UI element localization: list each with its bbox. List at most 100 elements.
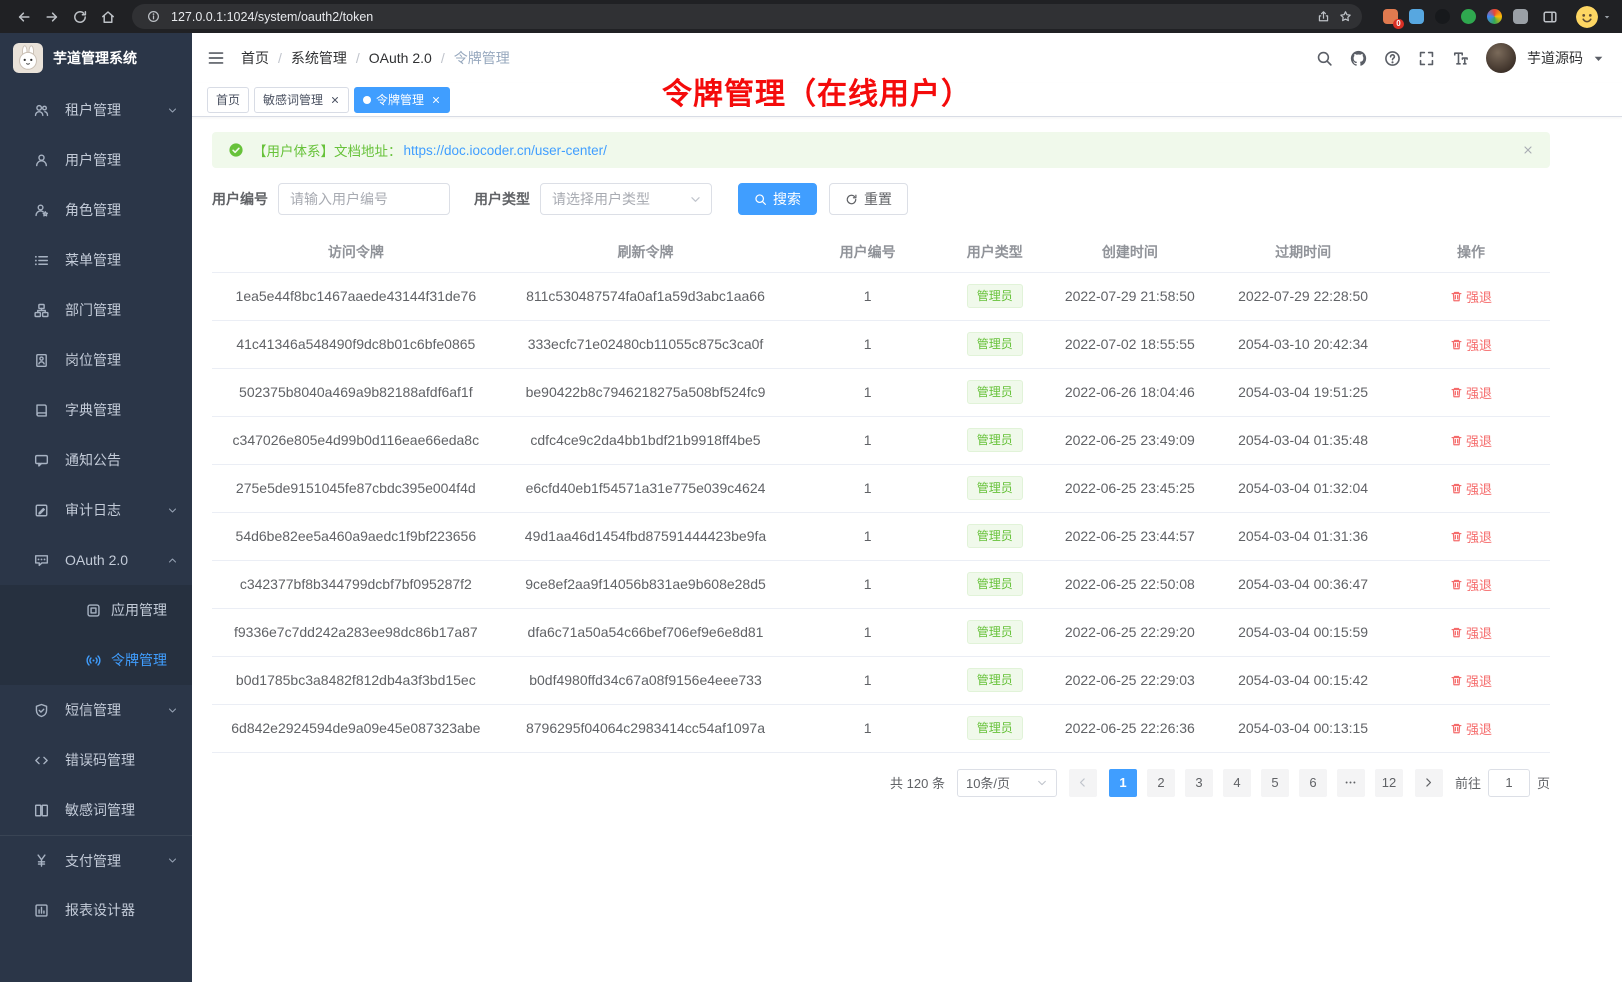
sidebar-item[interactable]: 令牌管理: [0, 635, 192, 685]
force-logout-button[interactable]: 强退: [1450, 719, 1492, 738]
expire-time-cell: 2054-03-10 20:42:34: [1214, 320, 1392, 368]
breadcrumb-item: 令牌管理: [454, 48, 510, 68]
font-size-icon[interactable]: [1452, 50, 1469, 67]
close-icon[interactable]: [431, 95, 441, 105]
sidebar-item[interactable]: 租户管理: [0, 85, 192, 135]
user-type-badge: 管理员: [967, 524, 1023, 548]
profile-caret-icon[interactable]: [1602, 12, 1612, 22]
force-logout-button[interactable]: 强退: [1450, 527, 1492, 546]
browser-profile-avatar[interactable]: [1576, 6, 1598, 28]
tree-icon: [34, 303, 49, 318]
breadcrumb-item[interactable]: 系统管理: [291, 48, 347, 68]
tab-item[interactable]: 首页: [207, 87, 249, 113]
extension-gray-icon[interactable]: [1513, 9, 1528, 24]
page-button[interactable]: 5: [1261, 769, 1289, 797]
tab-label: 首页: [216, 91, 240, 108]
browser-toolbar: 127.0.0.1:1024/system/oauth2/token 0: [0, 0, 1622, 33]
page-action-icons: [1312, 6, 1356, 28]
forward-icon[interactable]: [38, 3, 66, 31]
force-logout-button[interactable]: 强退: [1450, 671, 1492, 690]
action-cell: 强退: [1392, 656, 1550, 704]
sidebar-item[interactable]: 短信管理: [0, 685, 192, 735]
sidebar-item[interactable]: 敏感词管理: [0, 785, 192, 835]
sidebar-item[interactable]: OAuth 2.0: [0, 535, 192, 585]
more-pages-button[interactable]: [1337, 769, 1365, 797]
sidebar-item[interactable]: 审计日志: [0, 485, 192, 535]
chevron-down-icon: [167, 105, 178, 116]
sidebar-item[interactable]: 支付管理: [0, 835, 192, 885]
address-bar[interactable]: 127.0.0.1:1024/system/oauth2/token: [132, 4, 1362, 29]
sidebar-item[interactable]: 部门管理: [0, 285, 192, 335]
home-icon[interactable]: [94, 3, 122, 31]
sidebar-item[interactable]: 字典管理: [0, 385, 192, 435]
user-menu-caret-icon[interactable]: [1590, 50, 1607, 67]
force-logout-button[interactable]: 强退: [1450, 335, 1492, 354]
force-logout-button[interactable]: 强退: [1450, 431, 1492, 450]
page-button[interactable]: 3: [1185, 769, 1213, 797]
extension-grid-icon[interactable]: 0: [1383, 9, 1398, 24]
fullscreen-icon[interactable]: [1418, 50, 1435, 67]
goto-page-input[interactable]: [1488, 769, 1530, 797]
extension-multi-icon[interactable]: [1487, 9, 1502, 24]
back-icon[interactable]: [10, 3, 38, 31]
doc-link[interactable]: https://doc.iocoder.cn/user-center/: [404, 143, 607, 158]
search-button[interactable]: 搜索: [738, 183, 817, 215]
force-logout-button[interactable]: 强退: [1450, 623, 1492, 642]
breadcrumb-item[interactable]: 首页: [241, 48, 269, 68]
force-logout-button[interactable]: 强退: [1450, 479, 1492, 498]
shield-icon: [34, 703, 49, 718]
sidebar-item[interactable]: 通知公告: [0, 435, 192, 485]
alert-close-icon[interactable]: [1522, 144, 1534, 156]
trash-icon: [1450, 386, 1463, 399]
tab-item[interactable]: 令牌管理: [354, 87, 450, 113]
refresh-icon[interactable]: [66, 3, 94, 31]
user-avatar[interactable]: [1486, 43, 1516, 73]
app-logo-area[interactable]: 芋道管理系统: [0, 33, 192, 83]
sidebar-item-label: 菜单管理: [65, 250, 121, 270]
user-type-cell: 管理员: [944, 656, 1046, 704]
page-button[interactable]: 4: [1223, 769, 1251, 797]
page-button[interactable]: 2: [1147, 769, 1175, 797]
extension-green-icon[interactable]: [1461, 9, 1476, 24]
sidebar-item[interactable]: 报表设计器: [0, 885, 192, 935]
user-type-cell: 管理员: [944, 464, 1046, 512]
force-logout-button[interactable]: 强退: [1450, 383, 1492, 402]
refresh-token-cell: 811c530487574fa0af1a59d3abc1aa66: [500, 272, 792, 320]
user-name[interactable]: 芋道源码: [1527, 48, 1583, 68]
user-type-select[interactable]: 请选择用户类型: [540, 183, 712, 215]
sidebar-item[interactable]: 岗位管理: [0, 335, 192, 385]
sidebar-item[interactable]: 用户管理: [0, 135, 192, 185]
search-icon[interactable]: [1316, 50, 1333, 67]
column-header: 创建时间: [1046, 232, 1215, 272]
tab-item[interactable]: 敏感词管理: [254, 87, 349, 113]
page-button[interactable]: 6: [1299, 769, 1327, 797]
user-id-input[interactable]: [278, 183, 450, 215]
sidebar-item[interactable]: 角色管理: [0, 185, 192, 235]
prev-page-button[interactable]: [1069, 769, 1097, 797]
force-logout-button[interactable]: 强退: [1450, 575, 1492, 594]
sidebar-item[interactable]: 错误码管理: [0, 735, 192, 785]
reset-button[interactable]: 重置: [829, 183, 908, 215]
page-size-select[interactable]: 10条/页: [957, 769, 1057, 797]
star-icon[interactable]: [1334, 6, 1356, 28]
page-button[interactable]: 12: [1375, 769, 1403, 797]
page-button[interactable]: 1: [1109, 769, 1137, 797]
help-icon[interactable]: [1384, 50, 1401, 67]
create-time-cell: 2022-06-25 22:29:03: [1046, 656, 1215, 704]
breadcrumb-item[interactable]: OAuth 2.0: [369, 50, 432, 66]
sidebar-item[interactable]: 菜单管理: [0, 235, 192, 285]
create-time-cell: 2022-07-29 21:58:50: [1046, 272, 1215, 320]
next-page-button[interactable]: [1415, 769, 1443, 797]
column-header: 访问令牌: [212, 232, 500, 272]
close-icon[interactable]: [330, 95, 340, 105]
side-panel-icon[interactable]: [1536, 3, 1564, 31]
share-icon[interactable]: [1312, 6, 1334, 28]
extension-blue-icon[interactable]: [1409, 9, 1424, 24]
site-info-icon[interactable]: [142, 6, 164, 28]
force-logout-button[interactable]: 强退: [1450, 287, 1492, 306]
github-icon[interactable]: [1350, 50, 1367, 67]
sidebar-item[interactable]: 应用管理: [0, 585, 192, 635]
hamburger-icon[interactable]: [207, 49, 225, 67]
expire-time-cell: 2054-03-04 00:15:59: [1214, 608, 1392, 656]
extension-dark-icon[interactable]: [1435, 9, 1450, 24]
